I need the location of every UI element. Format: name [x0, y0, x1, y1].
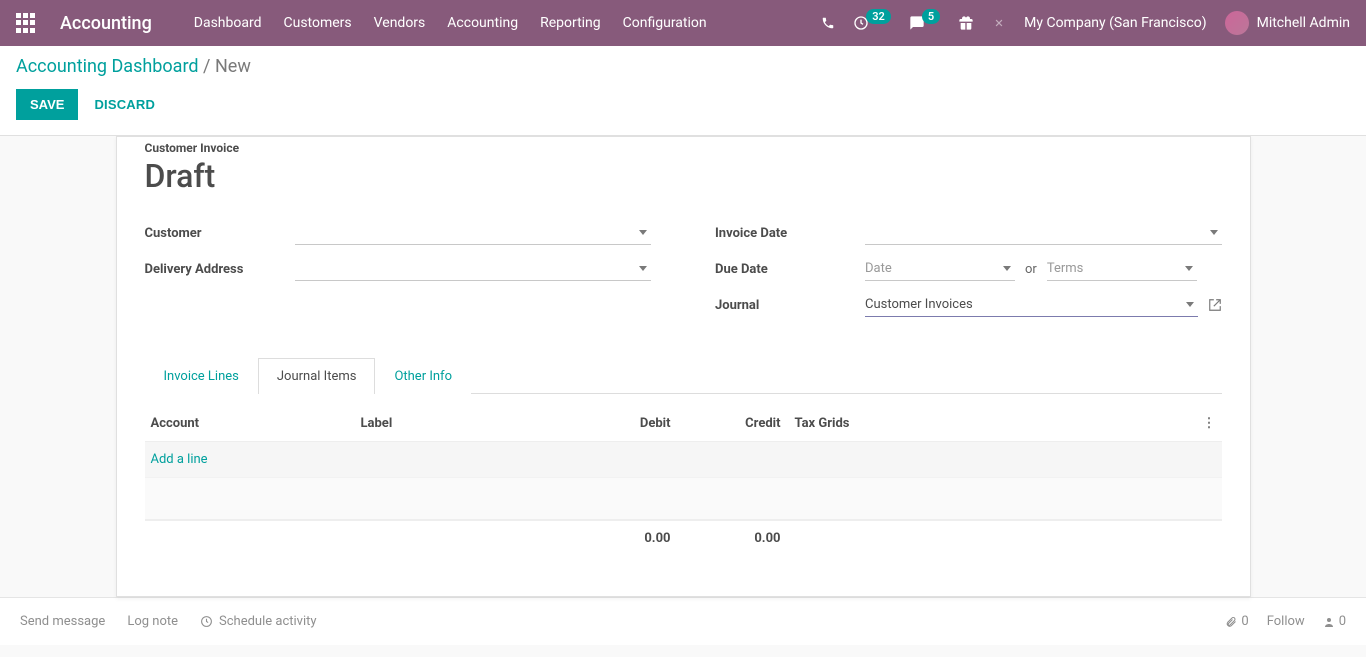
label-journal: Journal [715, 298, 865, 313]
add-line-button[interactable]: Add a line [151, 452, 361, 467]
person-icon [1323, 616, 1335, 628]
form-col-right: Invoice Date Due Date Date or Terms [715, 221, 1222, 329]
table-header: Account Label Debit Credit Tax Grids ⋮ [145, 406, 1222, 442]
input-delivery[interactable] [295, 257, 652, 281]
menu-reporting[interactable]: Reporting [540, 15, 601, 31]
chevron-down-icon [1186, 302, 1194, 307]
menu-accounting[interactable]: Accounting [447, 15, 518, 31]
menu-vendors[interactable]: Vendors [374, 15, 426, 31]
follow-button[interactable]: Follow [1267, 614, 1305, 629]
activity-icon[interactable]: 32 [853, 15, 891, 31]
table-totals: 0.00 0.00 [145, 520, 1222, 556]
tab-other-info[interactable]: Other Info [375, 358, 471, 394]
doc-type-label: Customer Invoice [145, 137, 1222, 155]
control-panel: Accounting Dashboard / New SAVE DISCARD [0, 46, 1366, 136]
col-account: Account [151, 416, 361, 431]
save-button[interactable]: SAVE [16, 89, 78, 120]
breadcrumb: Accounting Dashboard / New [16, 56, 1350, 77]
terms-placeholder: Terms [1047, 261, 1084, 276]
chevron-down-icon [1003, 266, 1011, 271]
schedule-activity-button[interactable]: Schedule activity [200, 614, 317, 629]
breadcrumb-root[interactable]: Accounting Dashboard [16, 56, 199, 77]
tab-journal-items[interactable]: Journal Items [258, 358, 376, 394]
main-scroll[interactable]: Customer Invoice Draft Customer Delivery… [0, 136, 1366, 657]
menu-dashboard[interactable]: Dashboard [194, 15, 262, 31]
chevron-down-icon [1185, 266, 1193, 271]
external-link-icon[interactable] [1208, 298, 1222, 312]
paperclip-icon [1225, 616, 1237, 628]
chevron-down-icon [1210, 230, 1218, 235]
journal-value: Customer Invoices [865, 297, 973, 312]
gift-icon[interactable] [958, 15, 974, 31]
or-text: or [1025, 262, 1037, 277]
topnav: Accounting Dashboard Customers Vendors A… [0, 0, 1366, 46]
label-due-date: Due Date [715, 262, 865, 277]
clock-icon [200, 615, 213, 628]
menu-configuration[interactable]: Configuration [623, 15, 707, 31]
form-sheet: Customer Invoice Draft Customer Delivery… [116, 136, 1251, 597]
input-terms[interactable]: Terms [1047, 257, 1197, 281]
tab-invoice-lines[interactable]: Invoice Lines [145, 358, 258, 394]
brand-title: Accounting [60, 13, 152, 34]
form-col-left: Customer Delivery Address [145, 221, 652, 329]
tabs: Invoice Lines Journal Items Other Info [145, 357, 1222, 394]
breadcrumb-sep: / [203, 56, 215, 77]
breadcrumb-current: New [215, 56, 251, 77]
company-selector[interactable]: My Company (San Francisco) [1024, 15, 1206, 31]
followers-count: 0 [1339, 614, 1346, 629]
chevron-down-icon [639, 266, 647, 271]
schedule-activity-label: Schedule activity [219, 614, 317, 629]
chatter: Send message Log note Schedule activity … [0, 597, 1366, 645]
col-credit: Credit [671, 416, 781, 431]
col-label: Label [361, 416, 561, 431]
apps-icon[interactable] [16, 13, 36, 33]
user-menu[interactable]: Mitchell Admin [1225, 11, 1350, 35]
label-invoice-date: Invoice Date [715, 226, 865, 241]
col-debit: Debit [561, 416, 671, 431]
total-credit: 0.00 [671, 531, 781, 546]
due-date-placeholder: Date [865, 261, 892, 276]
input-customer[interactable] [295, 221, 652, 245]
debug-icon[interactable] [992, 16, 1006, 30]
main-menu: Dashboard Customers Vendors Accounting R… [194, 15, 707, 31]
attachments-count: 0 [1241, 614, 1248, 629]
send-message-button[interactable]: Send message [20, 614, 105, 629]
attachments-button[interactable]: 0 [1225, 614, 1248, 629]
doc-status: Draft [145, 157, 1222, 195]
label-customer: Customer [145, 226, 295, 241]
input-invoice-date[interactable] [865, 221, 1222, 245]
input-journal[interactable]: Customer Invoices [865, 293, 1198, 317]
discard-button[interactable]: DISCARD [94, 97, 155, 112]
topnav-right: 32 5 My Company (San Francisco) Mitchell… [821, 11, 1350, 35]
column-options-icon[interactable]: ⋮ [1196, 416, 1216, 431]
messages-badge: 5 [922, 9, 940, 24]
avatar [1225, 11, 1249, 35]
user-name: Mitchell Admin [1257, 15, 1350, 31]
table-row: Add a line [145, 442, 1222, 478]
followers-button[interactable]: 0 [1323, 614, 1346, 629]
phone-icon[interactable] [821, 16, 835, 30]
activity-badge: 32 [866, 9, 891, 24]
log-note-button[interactable]: Log note [127, 614, 178, 629]
col-tax-grids: Tax Grids [781, 416, 891, 431]
menu-customers[interactable]: Customers [284, 15, 352, 31]
table-spacer [145, 478, 1222, 520]
chevron-down-icon [639, 230, 647, 235]
total-debit: 0.00 [561, 531, 671, 546]
input-due-date[interactable]: Date [865, 257, 1015, 281]
label-delivery: Delivery Address [145, 262, 295, 277]
messages-icon[interactable]: 5 [909, 15, 940, 31]
journal-table: Account Label Debit Credit Tax Grids ⋮ A… [145, 406, 1222, 556]
